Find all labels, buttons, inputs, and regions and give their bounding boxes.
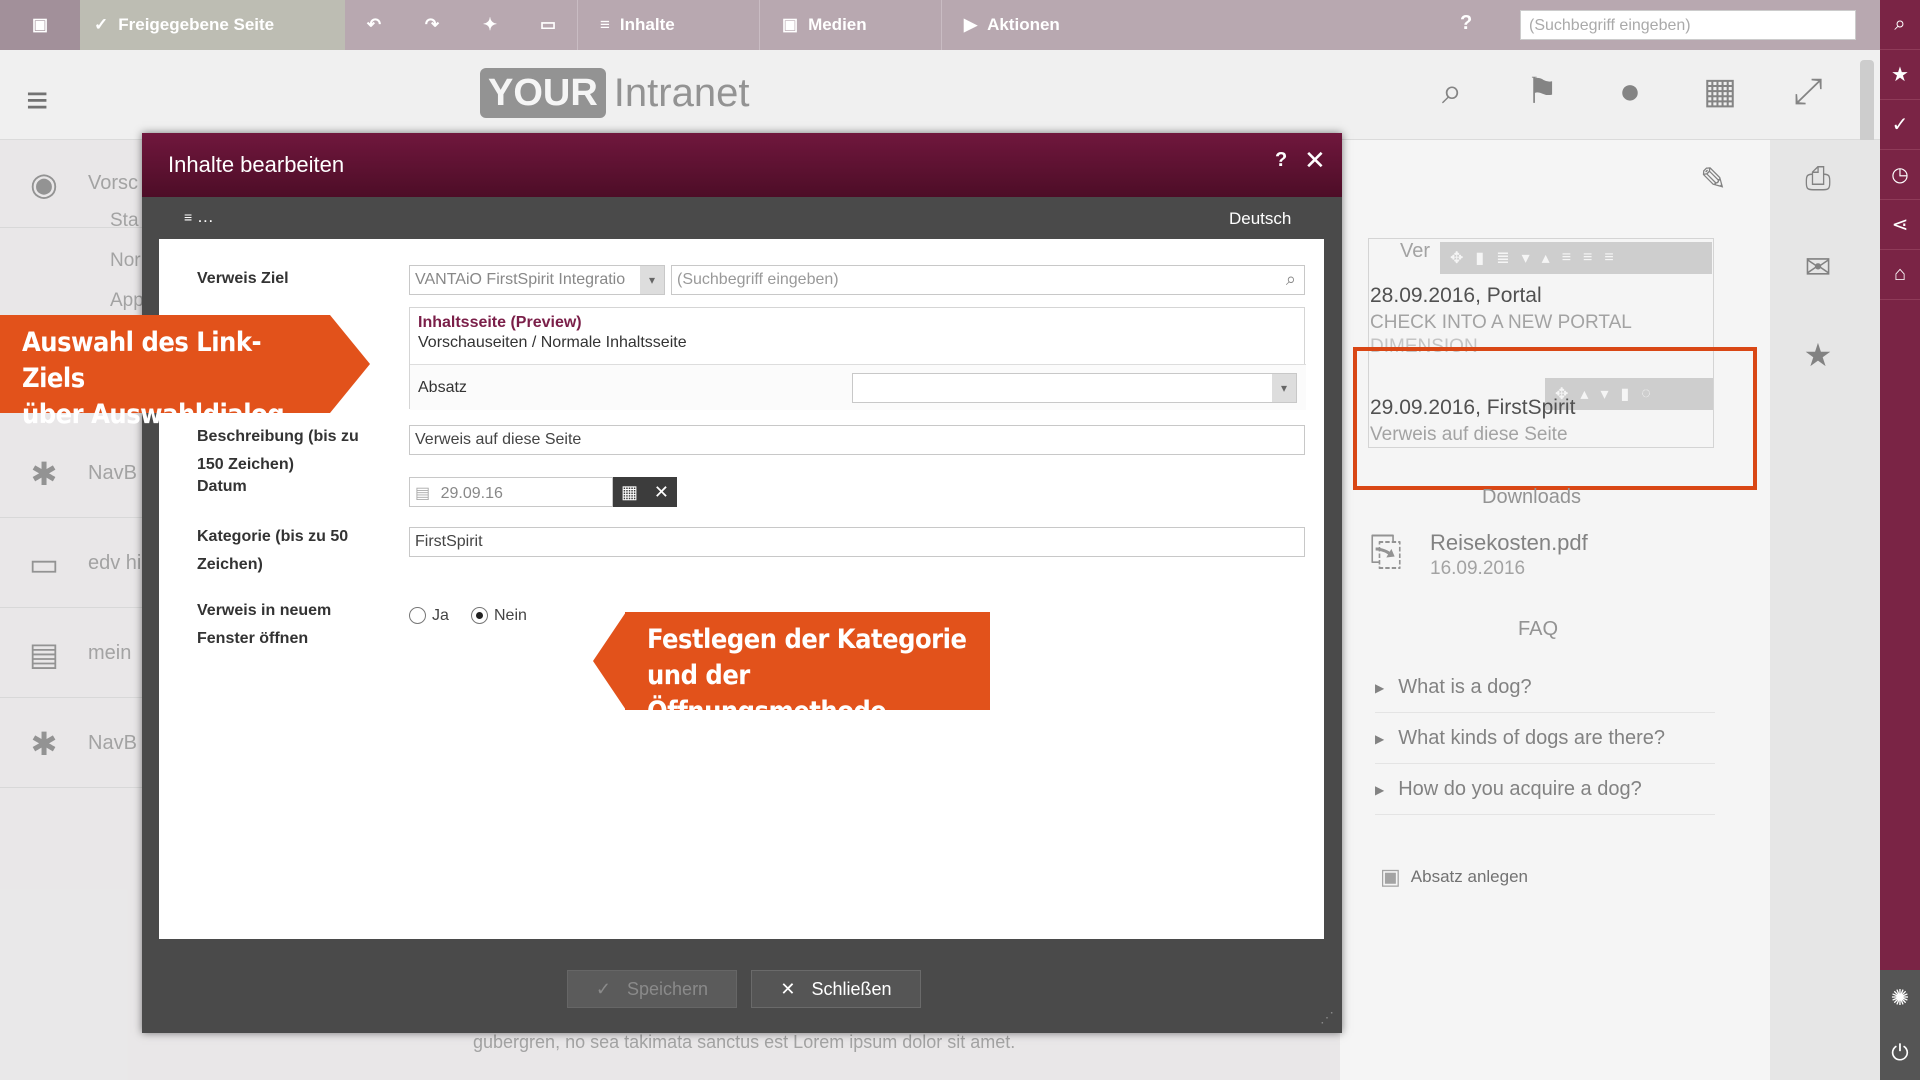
datum-label: Datum xyxy=(197,478,247,495)
fenster-label: Verweis in neuem Fenster öffnen xyxy=(197,602,332,647)
right-strip-bottom: ✺ ⏻ xyxy=(1880,970,1920,1080)
star-icon[interactable]: ★ xyxy=(1880,50,1920,100)
dialog-menu-label: … xyxy=(196,207,214,226)
close-button[interactable]: ✕ Schließen xyxy=(751,970,921,1008)
radio-nein-label: Nein xyxy=(494,607,527,624)
right-action-strip: ⌕ ★ ✓ ◷ ⋖ ⌂ xyxy=(1880,0,1920,1080)
radio-nein[interactable]: Nein xyxy=(471,607,527,625)
menu-inhalte[interactable]: ≡ Inhalte xyxy=(577,0,759,50)
lightbulb-icon[interactable]: ✺ xyxy=(1880,970,1920,1025)
list-icon: ≡ xyxy=(600,15,610,34)
clock-icon[interactable]: ◷ xyxy=(1880,150,1920,200)
callout-category: Festlegen der Kategorie und der Öffnungs… xyxy=(625,612,990,727)
close-icon: ✕ xyxy=(780,978,796,999)
target-search-placeholder: (Suchbegriff eingeben) xyxy=(677,271,839,288)
kategorie-input[interactable]: FirstSpirit xyxy=(409,527,1305,557)
datum-input[interactable]: ▤ 29.09.16 xyxy=(409,477,613,507)
menu-inhalte-label: Inhalte xyxy=(619,15,675,34)
check-icon: ✓ xyxy=(94,15,109,34)
radio-ja-label: Ja xyxy=(432,607,449,624)
power-icon[interactable]: ⏻ xyxy=(1880,1025,1920,1080)
beschreibung-input[interactable]: Verweis auf diese Seite xyxy=(409,425,1305,455)
redo-icon[interactable]: ↷ xyxy=(403,0,461,50)
target-search-input[interactable]: (Suchbegriff eingeben) ⌕ xyxy=(671,265,1305,295)
callout-link-target-line1: Auswahl des Link-Ziels xyxy=(22,327,262,394)
image-icon: ▣ xyxy=(782,15,799,34)
radio-ja[interactable]: Ja xyxy=(409,607,449,625)
dialog-subbar: ≡ … Deutsch xyxy=(142,197,1342,239)
verweis-ziel-label: Verweis Ziel xyxy=(197,270,289,287)
reference-target-path: Vorschauseiten / Normale Inhaltsseite xyxy=(418,334,687,351)
app-menu-icon[interactable]: ▣ xyxy=(0,0,80,50)
dialog-help-button[interactable]: ? xyxy=(1275,149,1287,172)
language-selector[interactable]: Deutsch xyxy=(1229,209,1291,229)
share-icon[interactable]: ⋖ xyxy=(1880,200,1920,250)
check-icon: ✓ xyxy=(595,978,612,999)
clear-icon[interactable]: ✕ xyxy=(654,482,669,503)
absatz-select[interactable]: ▾ xyxy=(852,373,1297,403)
list-icon: ≡ xyxy=(184,209,193,225)
save-label: Speichern xyxy=(627,978,709,999)
calendar-picker-icon[interactable]: ▦ xyxy=(621,482,638,503)
dialog-menu-button[interactable]: ≡ … xyxy=(184,207,214,227)
reference-target-title[interactable]: Inhaltsseite (Preview) xyxy=(418,314,582,332)
callout-arrow-left xyxy=(593,612,626,710)
toolbar-search-input[interactable]: (Suchbegriff eingeben) xyxy=(1520,10,1856,40)
pin-icon[interactable]: ✦ xyxy=(461,0,519,50)
search-icon[interactable]: ⌕ xyxy=(1286,269,1296,290)
callout-link-target-line2: über Auswahldialog xyxy=(22,399,285,430)
undo-icon[interactable]: ↶ xyxy=(345,0,403,50)
radio-nein-circle[interactable] xyxy=(471,607,488,625)
chevron-down-icon[interactable]: ▾ xyxy=(1272,374,1296,402)
chevron-down-icon[interactable]: ▾ xyxy=(640,266,664,294)
radio-ja-circle[interactable] xyxy=(409,607,426,625)
datum-actions: ▦ ✕ xyxy=(613,477,677,507)
save-button[interactable]: ✓ Speichern xyxy=(567,970,737,1008)
edit-content-dialog: Inhalte bearbeiten ? ✕ ≡ … Deutsch Verwe… xyxy=(142,133,1342,1033)
menu-aktionen[interactable]: ▶ Aktionen xyxy=(941,0,1123,50)
menu-medien[interactable]: ▣ Medien xyxy=(759,0,941,50)
callout-arrow-right xyxy=(330,315,370,413)
search-icon[interactable]: ⌕ xyxy=(1880,0,1920,50)
kategorie-label: Kategorie (bis zu 50 Zeichen) xyxy=(197,528,349,573)
help-button[interactable]: ? xyxy=(1460,12,1472,35)
check-icon[interactable]: ✓ xyxy=(1880,100,1920,150)
callout-category-line1: Festlegen der Kategorie xyxy=(647,624,967,655)
home-icon[interactable]: ⌂ xyxy=(1880,250,1920,300)
resize-handle-icon[interactable]: ⋰ xyxy=(1320,1009,1334,1026)
absatz-row: Absatz ▾ xyxy=(410,364,1306,410)
callout-link-target: Auswahl des Link-Ziels über Auswahldialo… xyxy=(0,315,330,430)
callout-category-line2: und der Öffnungsmethode xyxy=(647,660,887,727)
menu-medien-label: Medien xyxy=(808,15,867,34)
close-label: Schließen xyxy=(811,978,892,999)
absatz-label: Absatz xyxy=(418,379,467,396)
project-select[interactable]: VANTAiO FirstSpirit Integratio ▾ xyxy=(409,265,665,295)
play-icon: ▶ xyxy=(964,15,978,34)
calendar-icon: ▤ xyxy=(415,485,431,502)
dialog-close-icon[interactable]: ✕ xyxy=(1304,145,1326,176)
released-page-button[interactable]: ✓ Freigegebene Seite xyxy=(80,0,345,50)
reference-target-box[interactable]: Inhaltsseite (Preview) Vorschauseiten / … xyxy=(409,307,1306,410)
datum-value: 29.09.16 xyxy=(440,485,503,502)
menu-aktionen-label: Aktionen xyxy=(987,15,1060,34)
dialog-title: Inhalte bearbeiten xyxy=(142,133,1342,197)
device-preview-icon[interactable]: ▭ xyxy=(519,0,577,50)
released-label: Freigegebene Seite xyxy=(118,15,275,34)
project-select-value: VANTAiO FirstSpirit Integratio xyxy=(415,271,626,288)
